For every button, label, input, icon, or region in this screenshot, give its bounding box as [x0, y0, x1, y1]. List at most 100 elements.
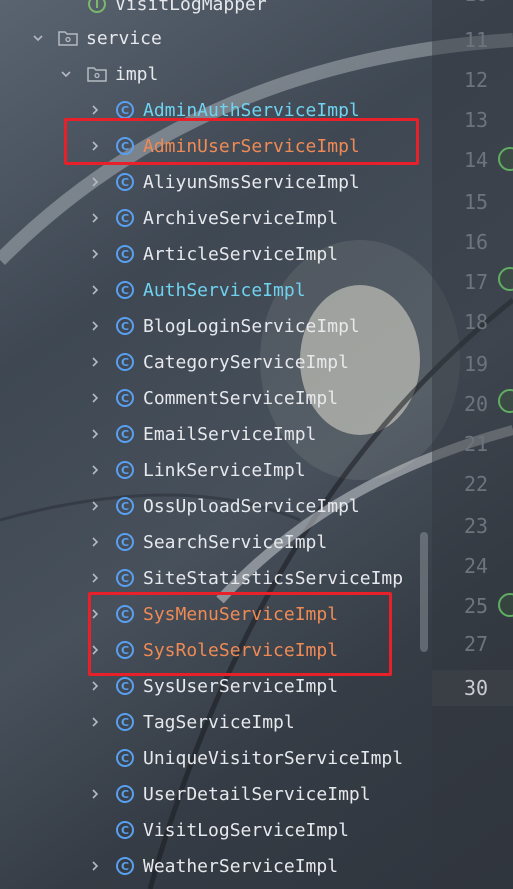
tree-item-class[interactable]: C SysUserServiceImpl [0, 668, 432, 704]
tree-item-label: ArticleServiceImpl [143, 243, 339, 265]
line-number: 16 [464, 230, 489, 254]
tree-item-class[interactable]: C SiteStatisticsServiceImp [0, 560, 432, 596]
tree-item-class[interactable]: C AuthServiceImpl [0, 272, 432, 308]
line-number: 21 [464, 432, 489, 456]
class-c-icon: C [116, 605, 134, 623]
chevron-right-icon[interactable] [88, 463, 102, 477]
tree-item-class[interactable]: C VisitLogServiceImpl [0, 812, 432, 848]
class-c-icon: C [116, 677, 134, 695]
tree-item-label: TagServiceImpl [143, 711, 295, 733]
tree-item-class[interactable]: C SearchServiceImpl [0, 524, 432, 560]
package-folder-icon [58, 30, 78, 46]
tree-item-label: SearchServiceImpl [143, 531, 328, 553]
package-folder-icon [87, 66, 107, 82]
chevron-right-icon[interactable] [88, 607, 102, 621]
chevron-down-icon[interactable] [31, 31, 45, 45]
chevron-right-icon[interactable] [88, 355, 102, 369]
tree-folder-impl[interactable]: impl [0, 56, 432, 92]
line-number: 15 [464, 190, 489, 214]
tree-item-label: EmailServiceImpl [143, 423, 317, 445]
class-c-icon: C [116, 317, 134, 335]
chevron-right-icon[interactable] [88, 175, 102, 189]
tree-item-label: AdminUserServiceImpl [143, 135, 360, 157]
class-c-icon: C [116, 821, 134, 839]
chevron-right-icon[interactable] [88, 535, 102, 549]
tree-item-label: WeatherServiceImpl [143, 855, 339, 877]
line-number: 12 [464, 68, 489, 92]
interface-i-icon: I [88, 0, 106, 13]
class-c-icon: C [116, 641, 134, 659]
chevron-right-icon[interactable] [88, 247, 102, 261]
tree-item-class[interactable]: C UniqueVisitorServiceImpl [0, 740, 432, 776]
tree-item-class[interactable]: C BlogLoginServiceImpl [0, 308, 432, 344]
tree-item-label: ArchiveServiceImpl [143, 207, 339, 229]
chevron-right-icon[interactable] [88, 427, 102, 441]
tree-folder-label: impl [115, 63, 159, 85]
chevron-right-icon[interactable] [88, 103, 102, 117]
tree-item-label: UniqueVisitorServiceImpl [143, 747, 404, 769]
class-c-icon: C [116, 569, 134, 587]
class-c-icon: C [116, 101, 134, 119]
tree-item-visitlogmapper[interactable]: I VisitLogMapper [0, 0, 432, 22]
tree-item-class[interactable]: C SysMenuServiceImpl [0, 596, 432, 632]
line-number: 17 [464, 270, 489, 294]
tree-item-label: AuthServiceImpl [143, 279, 306, 301]
tree-item-class[interactable]: C SysRoleServiceImpl [0, 632, 432, 668]
line-number: 30 [464, 676, 489, 700]
tree-item-class[interactable]: C ArticleServiceImpl [0, 236, 432, 272]
chevron-right-icon[interactable] [88, 499, 102, 513]
chevron-right-icon[interactable] [88, 283, 102, 297]
tree-item-label: SysMenuServiceImpl [143, 603, 339, 625]
tree-item-class[interactable]: C AliyunSmsServiceImpl [0, 164, 432, 200]
tree-item-class[interactable]: C OssUploadServiceImpl [0, 488, 432, 524]
tree-item-class[interactable]: C UserDetailServiceImpl [0, 776, 432, 812]
tree-item-class[interactable]: C CommentServiceImpl [0, 380, 432, 416]
class-c-icon: C [116, 713, 134, 731]
tree-scrollbar[interactable] [420, 532, 428, 652]
chevron-right-icon[interactable] [88, 391, 102, 405]
tree-item-class[interactable]: C AdminUserServiceImpl [0, 128, 432, 164]
line-number: 27 [464, 632, 489, 656]
tree-item-class[interactable]: C WeatherServiceImpl [0, 848, 432, 884]
tree-item-label: BlogLoginServiceImpl [143, 315, 360, 337]
tree-item-class[interactable]: C AdminAuthServiceImpl [0, 92, 432, 128]
class-c-icon: C [116, 137, 134, 155]
tree-folder-service[interactable]: service [0, 20, 432, 56]
class-c-icon: C [116, 245, 134, 263]
tree-folder-label: service [86, 27, 162, 49]
tree-item-label: VisitLogMapper [115, 0, 267, 15]
chevron-right-icon[interactable] [88, 679, 102, 693]
line-number: 22 [464, 472, 489, 496]
class-c-icon: C [116, 173, 134, 191]
class-c-icon: C [116, 389, 134, 407]
chevron-right-icon[interactable] [88, 859, 102, 873]
line-number: 10 [464, 0, 488, 6]
tree-item-label: CategoryServiceImpl [143, 351, 349, 373]
tree-item-class[interactable]: C CategoryServiceImpl [0, 344, 432, 380]
class-c-icon: C [116, 497, 134, 515]
chevron-right-icon[interactable] [88, 139, 102, 153]
line-number: 20 [464, 392, 489, 416]
tree-item-label: UserDetailServiceImpl [143, 783, 371, 805]
line-number: 11 [464, 28, 489, 52]
line-number: 18 [464, 310, 489, 334]
tree-item-class[interactable]: C EmailServiceImpl [0, 416, 432, 452]
tree-item-label: CommentServiceImpl [143, 387, 339, 409]
tree-item-label: OssUploadServiceImpl [143, 495, 360, 517]
class-c-icon: C [116, 353, 134, 371]
tree-item-class[interactable]: C LinkServiceImpl [0, 452, 432, 488]
class-c-icon: C [116, 785, 134, 803]
tree-item-label: VisitLogServiceImpl [143, 819, 349, 841]
line-number: 14 [464, 148, 489, 172]
chevron-right-icon[interactable] [88, 211, 102, 225]
chevron-right-icon[interactable] [88, 571, 102, 585]
chevron-right-icon[interactable] [88, 319, 102, 333]
chevron-down-icon[interactable] [59, 67, 73, 81]
tree-item-class[interactable]: C TagServiceImpl [0, 704, 432, 740]
chevron-right-icon[interactable] [88, 715, 102, 729]
chevron-right-icon[interactable] [88, 787, 102, 801]
tree-item-class[interactable]: C ArchiveServiceImpl [0, 200, 432, 236]
class-c-icon: C [116, 857, 134, 875]
class-c-icon: C [116, 461, 134, 479]
chevron-right-icon[interactable] [88, 643, 102, 657]
